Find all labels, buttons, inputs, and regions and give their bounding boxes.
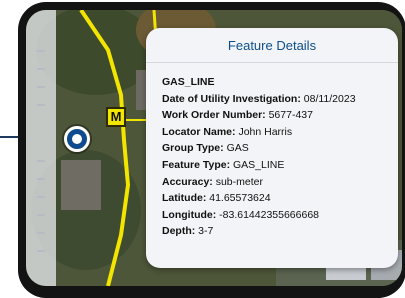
attribute-row: Locator Name: John Harris (162, 124, 392, 141)
attribute-value: 08/11/2023 (303, 92, 356, 105)
sidebar-tick (37, 86, 45, 88)
sidebar-tick (37, 214, 45, 216)
attribute-label: Locator Name: (162, 125, 236, 138)
sidebar-tick (37, 68, 45, 70)
attribute-value: John Harris (238, 125, 293, 138)
attribute-label: Group Type: (162, 142, 224, 155)
popup-divider (146, 62, 398, 63)
attribute-label: Latitude: (162, 192, 207, 205)
sidebar-tick (37, 50, 45, 52)
attribute-value: GAS (226, 142, 249, 155)
feature-heading: GAS_LINE (162, 76, 215, 88)
attribute-label: Feature Type: (162, 158, 231, 171)
sidebar-tick (37, 196, 45, 198)
location-marker-icon[interactable] (64, 126, 90, 152)
attribute-row: Latitude: 41.65573624 (162, 190, 392, 207)
attribute-value: GAS_LINE (233, 158, 285, 171)
sidebar-tick (37, 178, 45, 180)
attribute-value: -83.61442355666668 (219, 208, 320, 221)
attribute-label: Date of Utility Investigation: (162, 92, 301, 105)
attribute-label: Longitude: (162, 208, 217, 221)
feature-attributes: GAS_LINE Date of Utility Investigation: … (162, 74, 392, 240)
attribute-label: Accuracy: (162, 175, 213, 188)
attribute-row: Group Type: GAS (162, 140, 392, 157)
map-screen[interactable]: M Feature Details GAS_LINE Date of Utili… (26, 10, 402, 286)
attribute-row: Longitude: -83.61442355666668 (162, 207, 392, 224)
attribute-row: Depth: 3-7 (162, 223, 392, 240)
attribute-row: Feature Type: GAS_LINE (162, 157, 392, 174)
feature-details-popup: Feature Details GAS_LINE Date of Utility… (146, 28, 398, 268)
sidebar-tick (37, 104, 45, 106)
attribute-value: 3-7 (198, 225, 214, 238)
attribute-value: 5677-437 (268, 109, 313, 122)
sidebar-tick (37, 250, 45, 252)
popup-title: Feature Details (227, 38, 317, 53)
attribute-value: 41.65573624 (209, 192, 271, 205)
location-dot (72, 134, 82, 144)
attribute-row: Date of Utility Investigation: 08/11/202… (162, 91, 392, 108)
attribute-label: Depth: (162, 225, 196, 238)
sidebar-tick (37, 160, 45, 162)
map-sidebar (26, 10, 56, 286)
attribute-label: Work Order Number: (162, 109, 266, 122)
attribute-row: Accuracy: sub-meter (162, 174, 392, 191)
attribute-row: Work Order Number: 5677-437 (162, 107, 392, 124)
utility-marker-icon[interactable]: M (106, 107, 126, 127)
sidebar-tick (37, 232, 45, 234)
attribute-value: sub-meter (215, 175, 263, 188)
